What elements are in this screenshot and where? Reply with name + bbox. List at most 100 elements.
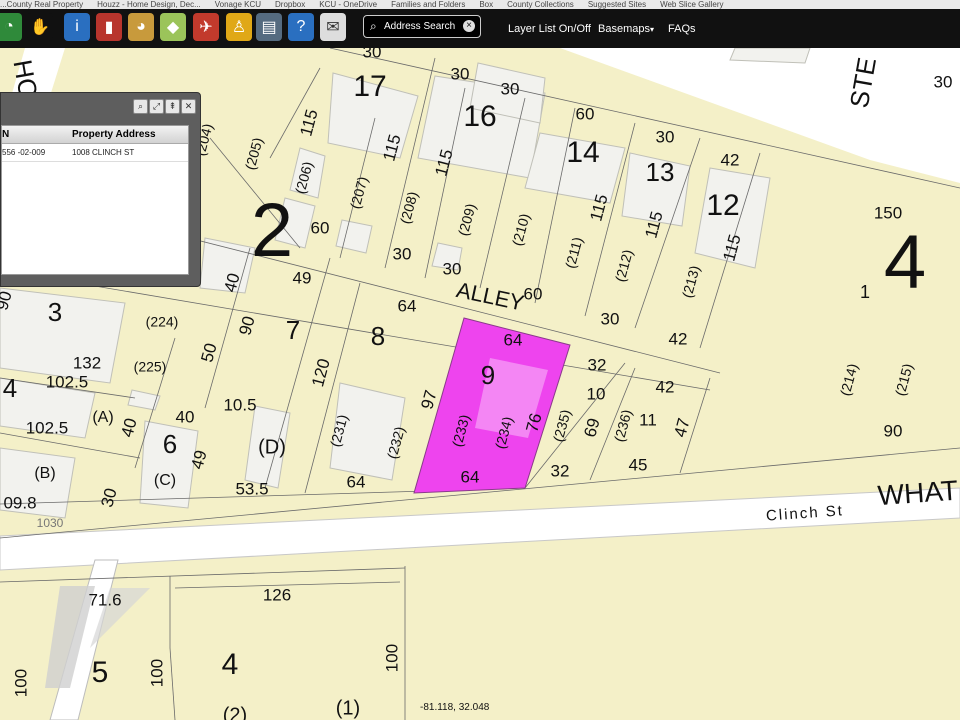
dimension-label: 30 — [97, 486, 120, 509]
clear-search-icon[interactable]: × — [463, 20, 475, 32]
dimension-label: 10.5 — [223, 395, 256, 414]
palette-icon[interactable]: ◕ — [128, 13, 154, 41]
bookmark-link[interactable]: ...County Real Property — [0, 0, 83, 9]
table-header: N Property Address — [2, 126, 188, 144]
pan-hand-icon[interactable]: ✋ — [27, 13, 53, 41]
lot-number: 8 — [371, 321, 385, 351]
address-cell: 1008 CLINCH ST — [72, 148, 135, 157]
dimension-label: 32 — [588, 355, 607, 374]
layer-list-toggle[interactable]: Layer List On/Off — [508, 23, 591, 35]
block-number: 4 — [884, 220, 926, 305]
column-header-pin: N — [2, 129, 10, 140]
dimension-label: 30 — [656, 127, 675, 146]
dimension-label: 64 — [347, 472, 366, 491]
bookmark-link[interactable]: Families and Folders — [391, 0, 465, 9]
block-number: 4 — [222, 648, 239, 681]
dimension-label: 47 — [670, 416, 693, 439]
address-search-input[interactable] — [384, 19, 462, 33]
bookmark-link[interactable]: KCU - OneDrive — [319, 0, 377, 9]
faqs-link[interactable]: FAQs — [668, 23, 696, 35]
letter-label: (224) — [146, 314, 179, 330]
dimension-label: 64 — [461, 467, 480, 486]
lot-number: 6 — [163, 429, 177, 459]
dimension-label: 120 — [308, 357, 334, 389]
address-search-box[interactable]: ⌕ × — [363, 15, 481, 38]
help-icon[interactable]: ? — [288, 13, 314, 41]
expand-icon[interactable]: ⤢ — [149, 99, 164, 114]
block-number: 5 — [92, 656, 109, 689]
basemaps-menu[interactable]: Basemaps▾ — [598, 23, 654, 35]
dimension-label: 09.8 — [3, 493, 36, 512]
letter-label: (2) — [223, 704, 247, 720]
bookmark-link[interactable]: Web Slice Gallery — [660, 0, 723, 9]
dimension-label: 100 — [147, 659, 166, 687]
bookmark-link[interactable]: Suggested Sites — [588, 0, 646, 9]
parcel-id-label: (208) — [397, 190, 421, 226]
app-toolbar: ◔✋ i▮◕◆✈♙▤?✉ ⌕ × Layer List On/Off Basema… — [0, 9, 960, 48]
bookmark-link[interactable]: Houzz - Home Design, Dec... — [97, 0, 201, 9]
dimension-label: 90 — [235, 314, 258, 337]
dimension-label: 97 — [417, 388, 440, 411]
dimension-label: 42 — [656, 377, 675, 396]
bookmark-link[interactable]: County Collections — [507, 0, 574, 9]
dimension-label: 40 — [117, 416, 140, 439]
chevron-down-icon: ▾ — [649, 25, 654, 34]
column-header-address: Property Address — [72, 129, 156, 140]
identify-popup[interactable]: ⌕ ⤢ ⇞ ✕ N Property Address 556 -02-009 1008… — [0, 92, 201, 287]
dimension-label: 30 — [451, 64, 470, 83]
lot-number: 13 — [646, 157, 675, 187]
person-icon[interactable]: ♙ — [226, 13, 252, 41]
identify-icon[interactable]: i — [64, 13, 90, 41]
letter-label: (D) — [258, 436, 286, 458]
table-row[interactable]: 556 -02-009 1008 CLINCH ST — [2, 144, 188, 162]
dimension-label: 102.5 — [46, 372, 89, 391]
dimension-label: 90 — [884, 421, 903, 440]
dimension-label: 49 — [293, 268, 312, 287]
lot-number: 9 — [481, 360, 495, 390]
dimension-label: 100 — [11, 669, 30, 697]
bookmark-link[interactable]: Vonage KCU — [215, 0, 261, 9]
parcel-id-label: (215) — [892, 362, 916, 398]
parcel-id-label: (212) — [612, 248, 636, 284]
parcel-id-label: (236) — [611, 408, 635, 444]
letter-label: (A) — [92, 409, 113, 426]
globe-icon[interactable]: ◔ — [0, 13, 22, 41]
dimension-label: 30 — [601, 309, 620, 328]
parcel-id-label: (209) — [455, 202, 479, 238]
email-icon[interactable]: ✉ — [320, 13, 346, 41]
block-number: 2 — [251, 188, 293, 273]
parcel-id-label: (213) — [679, 264, 703, 300]
zoom-to-icon[interactable]: ⌕ — [133, 99, 148, 114]
dimension-label: 100 — [382, 644, 401, 672]
basemaps-label: Basemaps — [598, 23, 650, 35]
street-label: WHAT — [877, 475, 959, 512]
bookmark-link[interactable]: Dropbox — [275, 0, 305, 9]
pin-icon[interactable]: ⇞ — [165, 99, 180, 114]
dimension-label: 102.5 — [26, 418, 69, 437]
small-label: 1030 — [37, 516, 64, 530]
dimension-label: 42 — [669, 329, 688, 348]
property-table: N Property Address 556 -02-009 1008 CLIN… — [1, 125, 189, 275]
dimension-label: 115 — [296, 107, 321, 138]
dimension-label: 64 — [504, 330, 523, 349]
measure-icon[interactable]: ✈ — [193, 13, 219, 41]
print-icon[interactable]: ▤ — [256, 13, 282, 41]
parcel-map-icon[interactable]: ◆ — [160, 13, 186, 41]
dimension-label: 45 — [629, 455, 648, 474]
coordinate-readout: -81.118, 32.048 — [420, 702, 490, 713]
dimension-label: 50 — [197, 341, 220, 364]
bookmark-link[interactable]: Box — [479, 0, 493, 9]
close-icon[interactable]: ✕ — [181, 99, 196, 114]
parcel-id-label: (207) — [347, 175, 371, 211]
book-icon[interactable]: ▮ — [96, 13, 122, 41]
dimension-label: 69 — [580, 416, 603, 439]
dimension-label: 10 — [587, 384, 606, 403]
dimension-label: 60 — [311, 218, 330, 237]
parcel-id-label: (211) — [562, 235, 586, 270]
letter-label: (C) — [154, 472, 176, 489]
parcel-id-label: (235) — [550, 408, 574, 444]
dimension-label: 71.6 — [88, 590, 121, 609]
parcel-id-label: (205) — [242, 136, 266, 172]
letter-label: (225) — [134, 359, 167, 375]
dimension-label: 60 — [524, 284, 543, 303]
